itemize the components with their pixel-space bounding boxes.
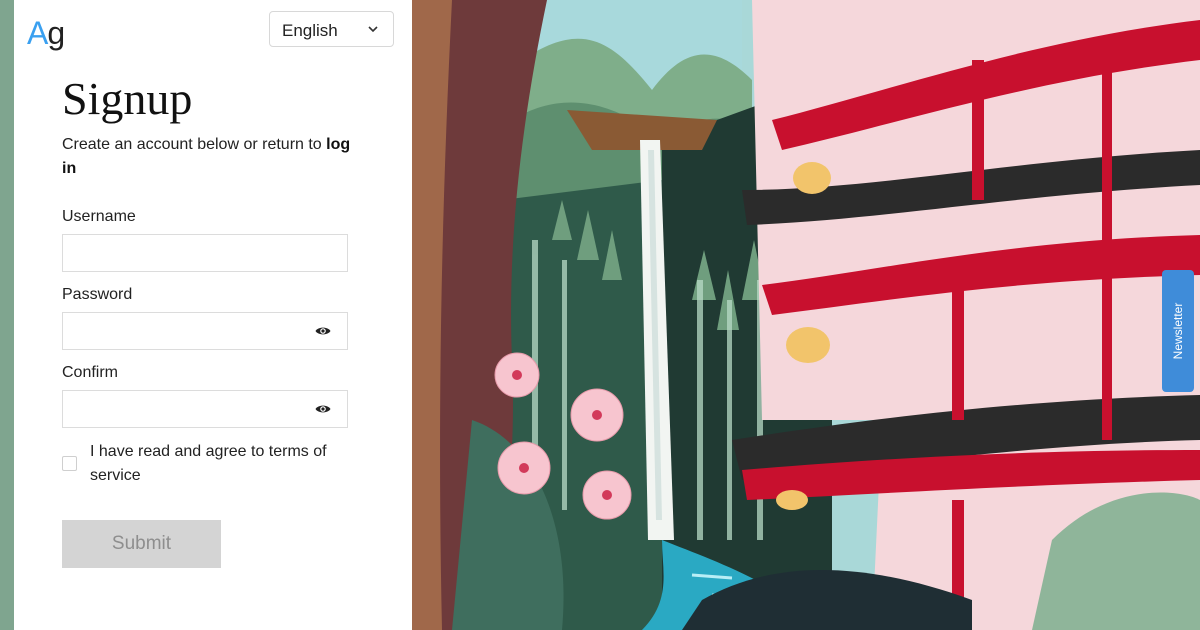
chevron-down-icon	[368, 26, 378, 33]
app-logo[interactable]: Ag	[27, 15, 65, 51]
language-select-value: English	[282, 21, 338, 40]
username-label: Username	[62, 208, 136, 225]
eye-icon[interactable]	[315, 325, 331, 337]
confirm-label: Confirm	[62, 364, 119, 381]
newsletter-tab[interactable]: Newsletter	[1162, 270, 1194, 392]
logo-letter-a: A	[27, 15, 48, 51]
confirm-input[interactable]	[62, 390, 348, 428]
language-select[interactable]: English	[269, 11, 394, 47]
terms-label[interactable]: I have read and agree to terms of servic…	[90, 440, 340, 488]
page-subtitle: Create an account below or return to log…	[62, 133, 352, 181]
username-input[interactable]	[62, 234, 348, 272]
password-label: Password	[62, 286, 133, 303]
japanese-landscape-illustration	[412, 0, 1200, 630]
logo-letter-g: g	[47, 15, 65, 51]
hero-illustration	[412, 0, 1200, 630]
left-decor-strip	[0, 0, 14, 630]
subtitle-text: Create an account below or return to	[62, 136, 327, 153]
newsletter-label: Newsletter	[1171, 302, 1185, 360]
password-input[interactable]	[62, 312, 348, 350]
eye-icon[interactable]	[315, 403, 331, 415]
terms-checkbox[interactable]	[62, 456, 77, 471]
page-title: Signup	[62, 73, 193, 124]
submit-button[interactable]: Submit	[62, 520, 221, 568]
